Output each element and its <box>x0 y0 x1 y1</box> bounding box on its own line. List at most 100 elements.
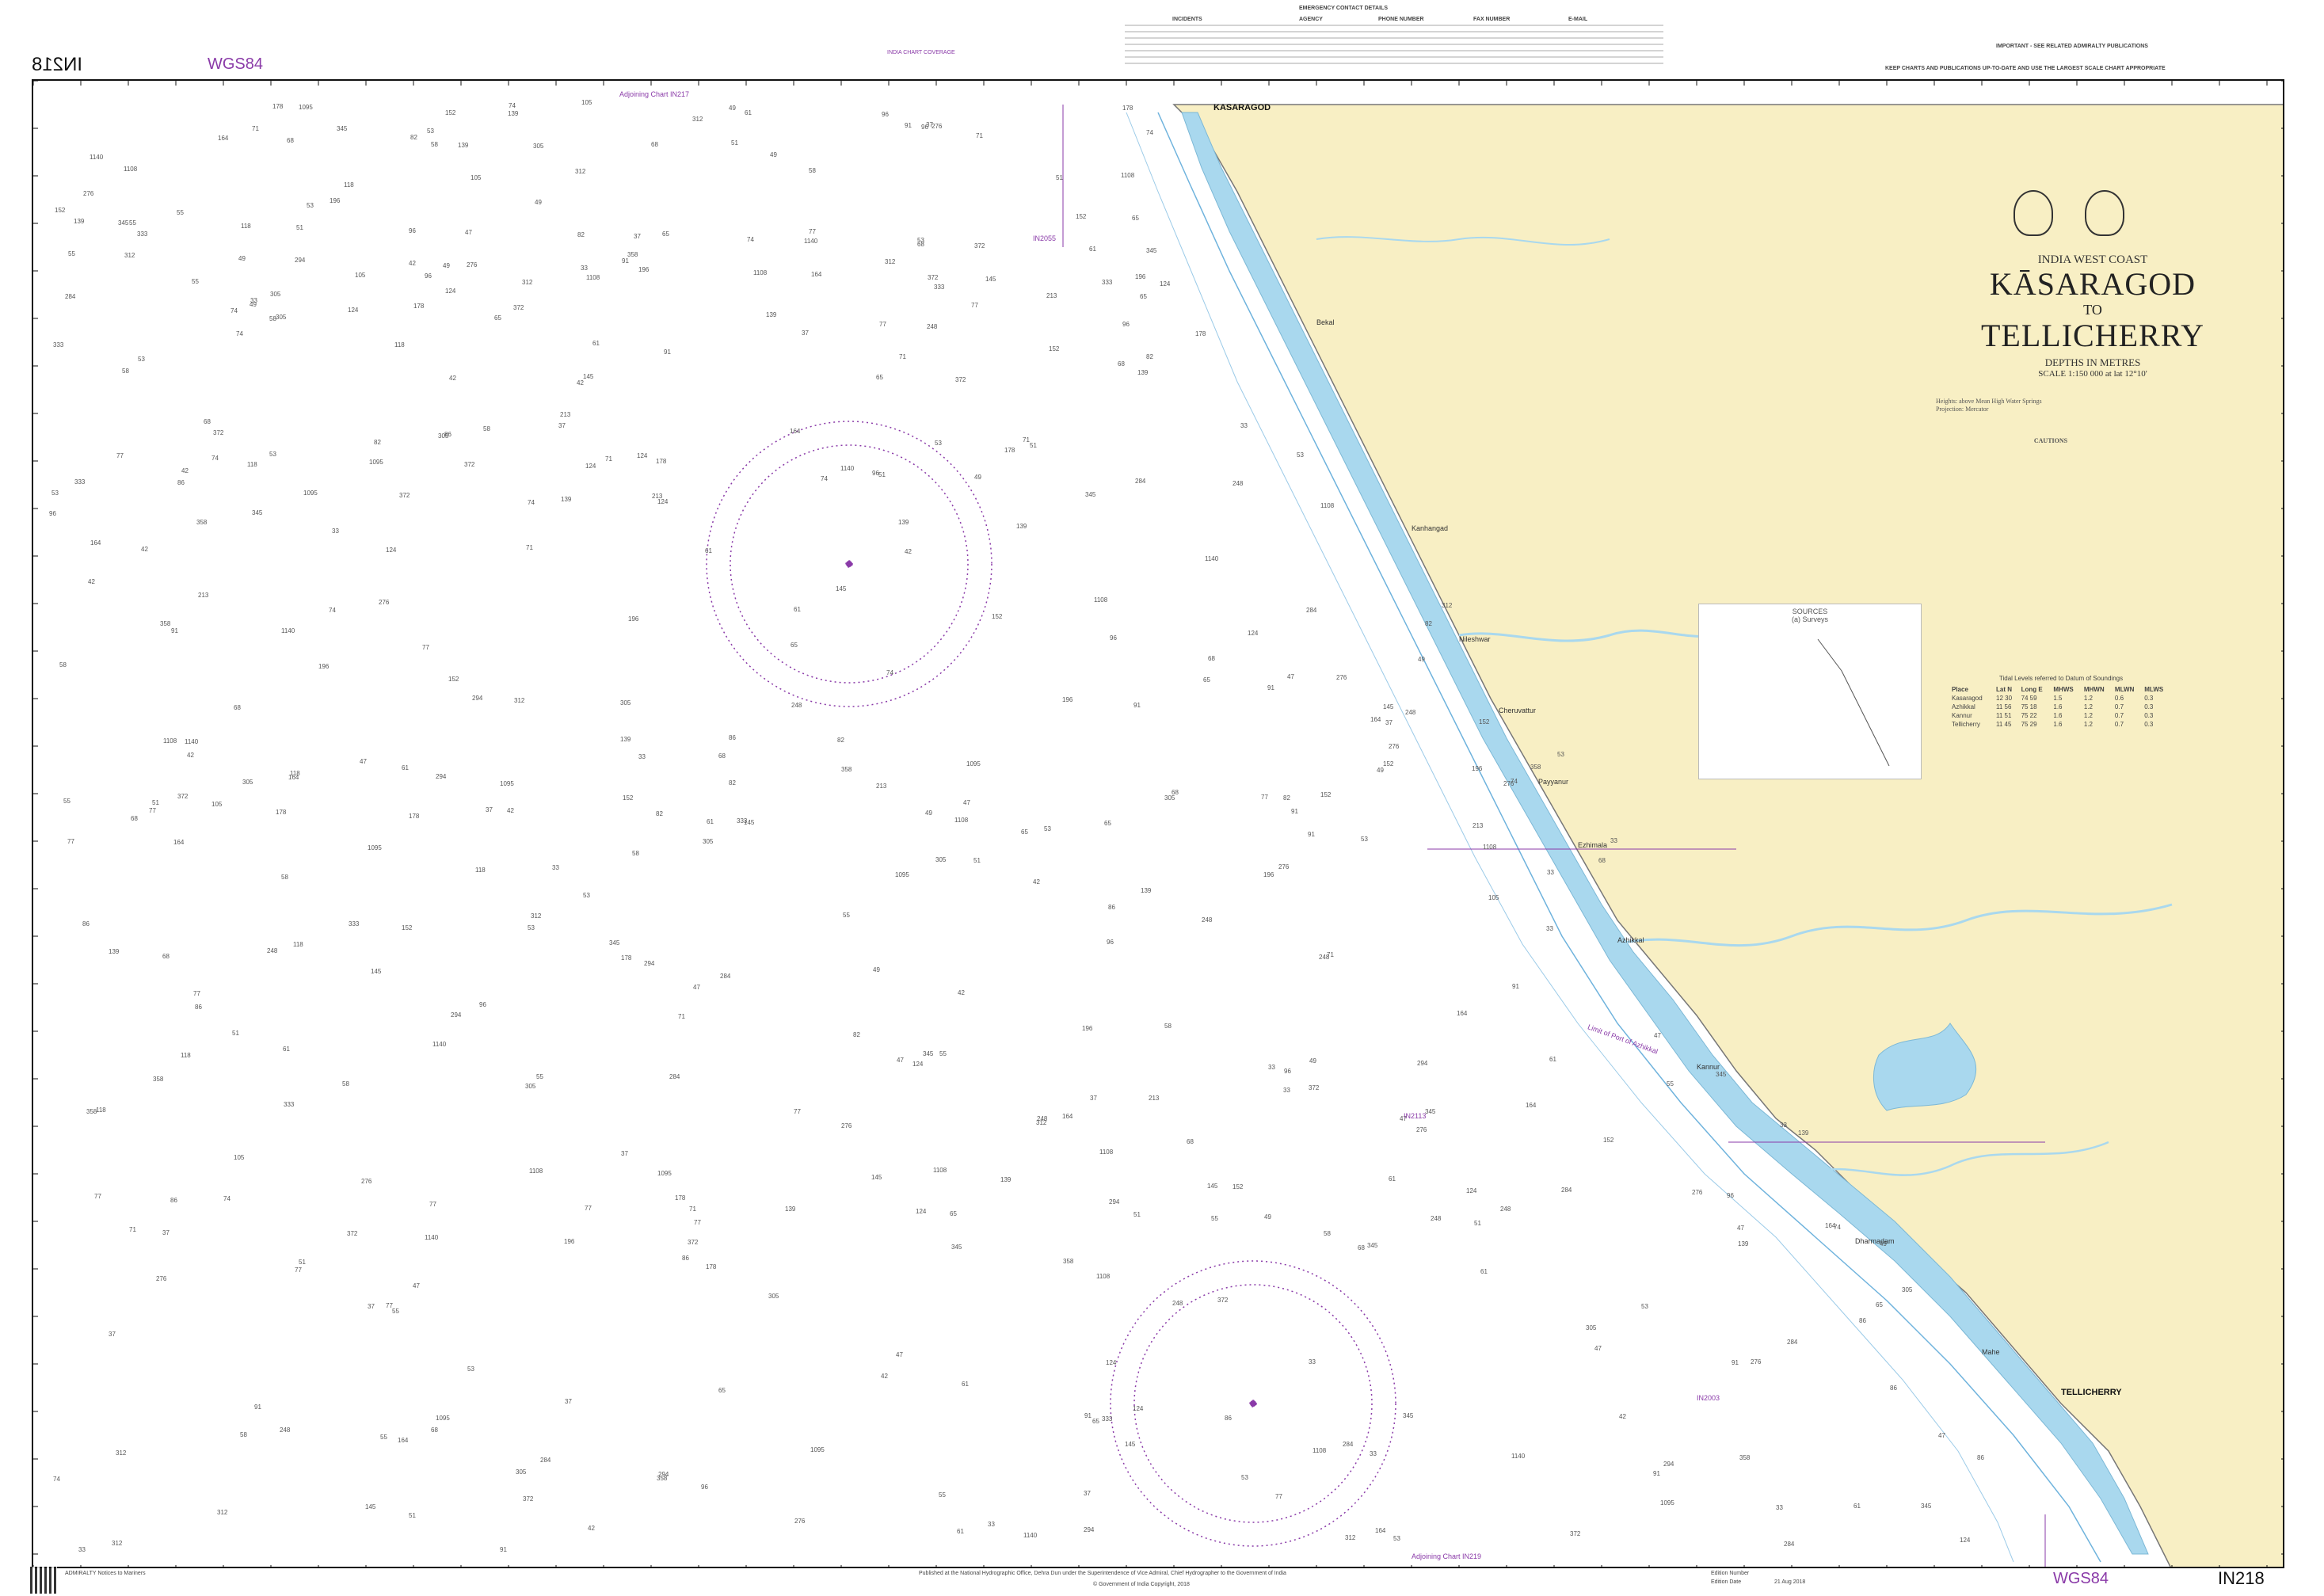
sounding: 276 <box>379 599 390 606</box>
sounding: 145 <box>365 1503 376 1510</box>
sounding: 47 <box>1938 1432 1945 1439</box>
sounding: 139 <box>508 110 519 117</box>
sounding: 178 <box>1122 105 1133 112</box>
sounding: 312 <box>124 252 135 259</box>
sounding: 61 <box>1089 246 1096 253</box>
sounding: 152 <box>1076 213 1087 220</box>
sounding: 178 <box>675 1194 686 1202</box>
sounding: 55 <box>68 250 75 257</box>
sounding: 37 <box>565 1398 572 1405</box>
sounding: 152 <box>448 676 459 683</box>
sounding: 164 <box>398 1437 409 1444</box>
sounding: 124 <box>386 547 397 554</box>
sounding: 74 <box>53 1476 60 1483</box>
sounding: 312 <box>514 697 525 704</box>
sounding: 248 <box>1232 480 1244 487</box>
sounding: 196 <box>330 197 341 204</box>
sounding: 71 <box>1327 951 1334 958</box>
sounding: 276 <box>1692 1189 1703 1196</box>
tide-cell: 1.2 <box>2083 712 2093 719</box>
sounding: 65 <box>494 314 501 322</box>
sounding: 33 <box>1283 1087 1290 1094</box>
sounding: 68 <box>162 953 170 960</box>
sounding: 139 <box>1738 1240 1749 1247</box>
title-to: TO <box>2083 302 2102 318</box>
sounding: 68 <box>1187 1138 1194 1145</box>
sounding: 91 <box>1291 808 1298 815</box>
sounding: 58 <box>122 368 129 375</box>
tide-cell: 0.3 <box>2144 712 2154 719</box>
sounding: 77 <box>971 302 978 309</box>
sounding: 139 <box>1798 1129 1809 1137</box>
sounding: 42 <box>588 1525 595 1532</box>
sounding: 276 <box>841 1122 852 1129</box>
sounding: 51 <box>1133 1211 1141 1218</box>
sounding: 55 <box>63 798 70 805</box>
chart-label-in2003[interactable]: IN2003 <box>1697 1394 1720 1402</box>
sounding: 53 <box>1393 1535 1400 1542</box>
sounding: 55 <box>1667 1080 1674 1087</box>
chart-label-in2113[interactable]: IN2113 <box>1404 1112 1426 1120</box>
tide-header-cell: MLWS <box>2144 686 2164 693</box>
sounding: 47 <box>1594 1345 1602 1352</box>
sounding: 86 <box>729 734 736 741</box>
sounding: 82 <box>1146 353 1153 360</box>
sounding: 139 <box>620 736 631 743</box>
sounding: 71 <box>689 1206 696 1213</box>
sounding: 139 <box>766 311 777 318</box>
sounding: 358 <box>1530 764 1541 771</box>
sounding: 1095 <box>500 780 514 787</box>
sounding: 276 <box>156 1275 167 1282</box>
sounding: 105 <box>211 801 223 808</box>
chart-frame: 49 124 152 294 118 53 55 1108 1108 145 55 61 53 77 65 6… <box>32 79 2284 1568</box>
sounding: 248 <box>280 1426 291 1434</box>
sounding: 37 <box>1090 1095 1097 1102</box>
sounding: 333 <box>1102 279 1113 286</box>
qr-code[interactable] <box>30 1567 57 1594</box>
sounding: 305 <box>1164 794 1175 802</box>
sounding: 91 <box>905 122 912 129</box>
title-block: INDIA WEST COAST KĀSARAGOD TO TELLICHERR… <box>1855 190 2283 379</box>
sounding: 305 <box>935 856 947 863</box>
sounding: 53 <box>935 440 942 447</box>
keep-updated-notice: KEEP CHARTS AND PUBLICATIONS UP-TO-DATE … <box>1885 66 2166 71</box>
adjoining-chart-bottom[interactable]: Adjoining Chart IN219 <box>1412 1552 1481 1560</box>
sounding: 284 <box>540 1457 551 1464</box>
place-label: Payyanur <box>1538 778 1569 786</box>
sounding: 53 <box>528 924 535 931</box>
sounding: 74 <box>886 669 893 676</box>
sounding: 68 <box>718 752 726 760</box>
sounding: 86 <box>444 431 451 438</box>
adjoining-chart-top[interactable]: Adjoining Chart IN217 <box>619 90 689 98</box>
sounding: 53 <box>1044 825 1051 832</box>
sounding: 248 <box>1172 1300 1183 1307</box>
sounding: 294 <box>1109 1198 1120 1206</box>
sounding: 86 <box>195 1004 202 1011</box>
sounding: 276 <box>932 123 943 130</box>
sounding: 276 <box>361 1178 372 1185</box>
tide-cell: 74 59 <box>2021 695 2037 702</box>
sounding: 333 <box>53 341 64 349</box>
tide-cell: Tellicherry <box>1952 721 1981 728</box>
sounding: 37 <box>558 422 566 429</box>
sounding: 47 <box>1654 1032 1661 1039</box>
sounding: 312 <box>885 258 896 265</box>
sounding: 358 <box>1063 1258 1074 1265</box>
tide-cell: 1.2 <box>2083 721 2093 728</box>
sounding: 47 <box>465 229 472 236</box>
sounding: 333 <box>137 230 148 238</box>
place-label: Cheruvattur <box>1499 707 1537 714</box>
sounding: 86 <box>682 1255 689 1262</box>
title-line-2: TELLICHERRY <box>1980 318 2205 353</box>
sounding: 139 <box>1000 1176 1012 1183</box>
sounding: 178 <box>621 954 632 962</box>
sounding: 312 <box>1345 1534 1356 1541</box>
sounding: 196 <box>1062 696 1073 703</box>
sounding: 96 <box>1122 321 1130 328</box>
sounding: 124 <box>916 1208 927 1215</box>
chart-label-in2055[interactable]: IN2055 <box>1033 234 1056 242</box>
tide-cell: 0.3 <box>2144 703 2154 710</box>
tide-header-cell: MLWN <box>2114 686 2135 693</box>
sounding: 53 <box>583 892 590 899</box>
sounding: 152 <box>445 109 456 116</box>
